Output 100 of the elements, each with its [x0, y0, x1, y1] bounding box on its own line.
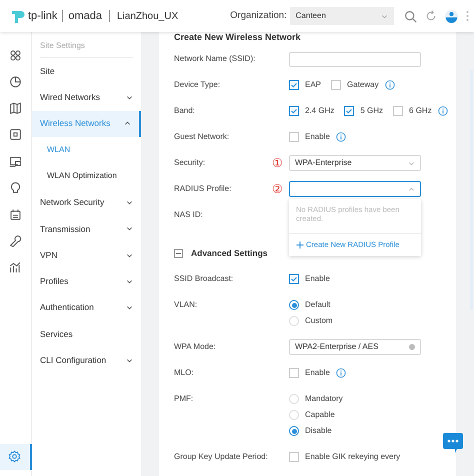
- sidebar-item[interactable]: CLI Configuration: [32, 347, 141, 374]
- calendar-icon: [9, 208, 22, 221]
- checkbox-label: EAP: [305, 79, 322, 91]
- section-heading: Advanced Settings: [191, 246, 268, 260]
- field-label: Network Name (SSID):: [174, 53, 256, 65]
- step-marker: ②: [272, 181, 283, 198]
- organization-select[interactable]: Canteen: [290, 7, 394, 25]
- bar-chart-icon: [9, 260, 22, 274]
- site-name: LianZhou_UX: [116, 10, 178, 24]
- checkbox-label: Enable: [305, 273, 330, 285]
- info-icon[interactable]: [336, 132, 346, 142]
- sidebar-item[interactable]: Network Security: [32, 189, 141, 216]
- checkbox-label: Gateway: [347, 79, 379, 91]
- radio-label: Default: [305, 299, 330, 311]
- field-label: Security:: [174, 157, 206, 169]
- sidebar-heading: Site Settings: [40, 37, 133, 58]
- pie-chart-icon: [9, 75, 22, 88]
- checkbox-label: 5 GHz: [360, 105, 384, 117]
- chevron-down-icon: [380, 12, 388, 20]
- radio-button[interactable]: [289, 300, 299, 310]
- sidebar-item[interactable]: Site: [32, 58, 141, 84]
- sidebar-item[interactable]: Authentication: [32, 294, 141, 321]
- search-icon[interactable]: [404, 10, 417, 22]
- select-field[interactable]: WPA2-Enterprise / AES: [289, 339, 421, 355]
- checkbox[interactable]: [331, 80, 342, 90]
- sidebar-subitem[interactable]: WLAN Optimization: [32, 163, 141, 190]
- field-label: VLAN:: [174, 299, 198, 311]
- chevron-down-icon: [408, 160, 415, 166]
- checkbox[interactable]: [289, 452, 299, 462]
- sidebar-item[interactable]: VPN: [32, 242, 141, 268]
- checkbox-label: Enable GIK rekeying every: [305, 451, 400, 463]
- chevron-down-icon: [126, 199, 133, 206]
- checkbox[interactable]: [289, 368, 299, 378]
- check-icon: [290, 107, 298, 115]
- brand-logo-icon: [10, 8, 26, 24]
- field-label: Guest Network:: [174, 131, 230, 143]
- more-icon[interactable]: [466, 10, 469, 22]
- select-field[interactable]: [289, 181, 421, 197]
- checkbox[interactable]: [344, 106, 354, 116]
- radio-label: Custom: [305, 315, 333, 327]
- check-icon: [290, 81, 298, 89]
- product-name: omada: [68, 8, 102, 24]
- sidebar-item[interactable]: Wired Networks: [32, 84, 141, 111]
- chevron-down-icon: [126, 94, 133, 101]
- bulb-icon: [9, 181, 22, 194]
- sidebar-item[interactable]: Transmission: [32, 216, 141, 242]
- info-icon[interactable]: [336, 368, 346, 378]
- chevron-down-icon: [126, 304, 133, 312]
- collapse-toggle[interactable]: [174, 248, 183, 258]
- field-label: NAS ID:: [174, 209, 203, 221]
- device-icon: [9, 128, 22, 142]
- radio-label: Capable: [305, 409, 335, 421]
- checkbox[interactable]: [289, 132, 299, 142]
- chevron-up-icon: [124, 120, 131, 128]
- check-icon: [345, 107, 354, 115]
- checkbox[interactable]: [289, 106, 299, 116]
- wrench-icon: [9, 234, 22, 248]
- text-input[interactable]: [289, 52, 421, 66]
- chevron-down-icon: [126, 225, 133, 232]
- checkbox-label: Enable: [305, 367, 330, 379]
- checkbox[interactable]: [289, 274, 299, 284]
- checkbox-label: 2.4 GHz: [305, 105, 334, 117]
- avatar-icon[interactable]: [444, 10, 458, 22]
- clear-icon: [409, 344, 415, 350]
- form-title: Create New Wireless Network: [174, 32, 302, 44]
- checkbox[interactable]: [393, 106, 404, 116]
- field-label: Device Type:: [174, 79, 220, 91]
- checkbox-label: Enable: [305, 131, 330, 143]
- grid-icon: [9, 48, 22, 62]
- field-label: MLO:: [174, 367, 194, 379]
- info-icon[interactable]: [438, 106, 448, 116]
- map-icon: [9, 102, 22, 115]
- chevron-down-icon: [126, 356, 133, 364]
- checkbox[interactable]: [289, 80, 299, 90]
- radio-label: Mandatory: [305, 393, 343, 405]
- chevron-down-icon: [126, 278, 133, 286]
- step-marker: ①: [272, 155, 283, 172]
- brand-name: tp-link: [28, 8, 58, 24]
- settings-icon: [8, 450, 21, 464]
- monitor-icon: [9, 154, 22, 168]
- select-field[interactable]: WPA-Enterprise: [289, 155, 421, 171]
- info-icon[interactable]: [384, 80, 395, 90]
- field-label: SSID Broadcast:: [174, 273, 234, 285]
- chevron-down-icon: [126, 252, 133, 259]
- chevron-up-icon: [408, 186, 415, 192]
- sidebar-item[interactable]: Services: [32, 320, 141, 348]
- check-icon: [290, 275, 298, 283]
- chat-icon[interactable]: [443, 433, 463, 453]
- organization-label: Organization:: [230, 8, 287, 23]
- field-label: PMF:: [174, 393, 194, 405]
- field-label: WPA Mode:: [174, 341, 216, 353]
- nav-rail-button[interactable]: [0, 444, 32, 470]
- radio-label: Disable: [305, 425, 332, 437]
- sidebar-item[interactable]: Profiles: [32, 268, 141, 295]
- radio-button[interactable]: [289, 426, 299, 436]
- field-label: Band:: [174, 105, 195, 117]
- refresh-icon[interactable]: [424, 10, 437, 22]
- plus-icon: [296, 241, 304, 249]
- sidebar-subitem[interactable]: WLAN: [32, 136, 141, 164]
- field-label: RADIUS Profile:: [174, 183, 232, 195]
